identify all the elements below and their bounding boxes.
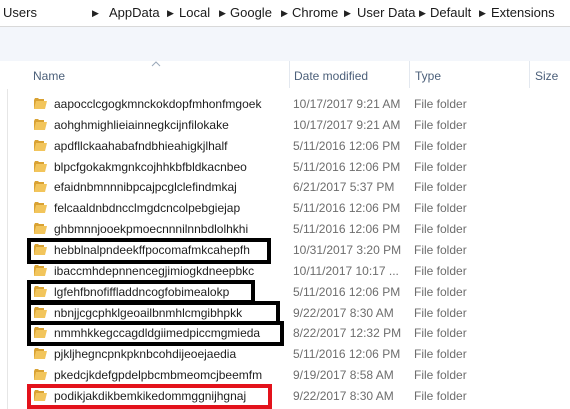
chevron-right-icon[interactable]: ▶ [92,0,99,26]
file-type: File folder [414,285,467,299]
file-type: File folder [414,368,467,382]
file-type: File folder [414,160,467,174]
folder-icon [34,140,47,151]
file-type: File folder [414,389,467,403]
folder-icon [34,161,47,172]
file-type: File folder [414,201,467,215]
list-item[interactable]: aapocclcgogkmnckokdopfmhonfmgoek 10/17/2… [28,94,570,115]
file-name: aapocclcgogkmnckokdopfmhonfmgoek [54,97,262,111]
file-type: File folder [414,243,467,257]
file-type: File folder [414,180,467,194]
breadcrumb-chrome[interactable]: Chrome [292,0,338,26]
date-modified: 10/17/2017 9:21 AM [293,97,401,111]
date-modified: 6/21/2017 5:37 PM [293,180,395,194]
date-modified: 10/11/2017 10:17 ... [293,264,399,278]
file-type: File folder [414,264,467,278]
folder-icon [34,223,47,234]
list-item[interactable]: efaidnbmnnnibpcajpcglclefindmkaj 6/21/20… [28,177,570,198]
highlight-box [27,321,284,346]
date-modified: 5/11/2016 12:06 PM [293,285,401,299]
file-name: ibaccmhdepnnencegjimiogkdneepbkc [54,264,255,278]
file-name: ghbmnnjooekpmoecnnnilnnbdlolhkhi [54,222,249,236]
highlight-box-red [27,384,272,409]
date-modified: 10/31/2017 3:20 PM [293,243,402,257]
column-header-name[interactable]: Name [33,69,65,83]
list-item[interactable]: ibaccmhdepnnencegjimiogkdneepbkc 10/11/2… [28,261,570,282]
file-name: pjkljhegncpnkpknbcohdijeoejaedia [54,347,237,361]
breadcrumb-users[interactable]: Users [3,0,37,26]
list-item[interactable]: apdfllckaahabafndbhieahigkjlhalf 5/11/20… [28,136,570,157]
list-item[interactable]: felcaaldnbdncclmgdcncolpebgiejap 5/11/20… [28,198,570,219]
folder-icon [34,119,47,130]
column-header-size[interactable]: Size [535,69,558,83]
column-divider[interactable] [289,61,290,88]
chevron-right-icon[interactable]: ▶ [281,0,288,26]
date-modified: 9/22/2017 8:30 AM [293,306,394,320]
column-divider[interactable] [529,61,530,88]
breadcrumb-google[interactable]: Google [230,0,272,26]
file-type: File folder [414,222,467,236]
file-type: File folder [414,306,467,320]
chevron-right-icon[interactable]: ▶ [219,0,226,26]
breadcrumb-appdata[interactable]: AppData [109,0,160,26]
date-modified: 9/22/2017 8:30 AM [293,389,394,403]
file-name: pkedcjkdefgpdelpbcmbmeomcjbeemfm [54,368,263,382]
folder-icon [34,369,47,380]
folder-icon [34,181,47,192]
file-type: File folder [414,97,467,111]
breadcrumb-user-data[interactable]: User Data [357,0,416,26]
list-item[interactable]: ghbmnnjooekpmoecnnnilnnbdlolhkhi 5/11/20… [28,219,570,240]
folder-icon [34,265,47,276]
breadcrumb-local[interactable]: Local [179,0,210,26]
file-name: efaidnbmnnnibpcajpcglclefindmkaj [54,180,237,194]
column-header-date-modified[interactable]: Date modified [294,69,368,83]
file-name: apdfllckaahabafndbhieahigkjlhalf [54,139,228,153]
file-name: blpcfgokakmgnkcojhhkbfbldkacnbeo [54,160,247,174]
column-header-row: Name Date modified Type Size [0,61,570,89]
date-modified: 5/11/2016 12:06 PM [293,347,401,361]
chevron-right-icon[interactable]: ▶ [344,0,351,26]
chevron-right-icon[interactable]: ▶ [419,0,426,26]
breadcrumb-default[interactable]: Default [430,0,471,26]
date-modified: 10/17/2017 9:21 AM [293,118,401,132]
breadcrumb-extensions[interactable]: Extensions [491,0,555,26]
file-name: aohghmighlieiainnegkcijnfilokake [54,118,229,132]
highlight-box [27,238,271,264]
date-modified: 8/22/2017 12:32 PM [293,326,402,340]
column-divider[interactable] [409,61,410,88]
file-type: File folder [414,139,467,153]
list-item[interactable]: blpcfgokakmgnkcojhhkbfbldkacnbeo 5/11/20… [28,157,570,178]
column-header-type[interactable]: Type [415,69,441,83]
sort-ascending-icon [151,61,161,67]
file-type: File folder [414,118,467,132]
date-modified: 5/11/2016 12:06 PM [293,222,401,236]
list-item[interactable]: pjkljhegncpnkpknbcohdijeoejaedia 5/11/20… [28,344,570,365]
navigation-pane-edge [0,61,8,409]
file-type: File folder [414,347,467,361]
list-item[interactable]: aohghmighlieiainnegkcijnfilokake 10/17/2… [28,115,570,136]
file-type: File folder [414,326,467,340]
list-item[interactable]: pkedcjkdefgpdelpbcmbmeomcjbeemfm 9/19/20… [28,365,570,386]
folder-icon [34,98,47,109]
toolbar-area [0,27,570,61]
folder-icon [34,202,47,213]
address-bar[interactable]: Users ▶ AppData ▶ Local ▶ Google ▶ Chrom… [0,0,570,27]
date-modified: 9/19/2017 8:58 AM [293,368,394,382]
chevron-right-icon[interactable]: ▶ [479,0,486,26]
folder-icon [34,348,47,359]
date-modified: 5/11/2016 12:06 PM [293,201,401,215]
chevron-right-icon[interactable]: ▶ [167,0,174,26]
date-modified: 5/11/2016 12:06 PM [293,160,401,174]
date-modified: 5/11/2016 12:06 PM [293,139,401,153]
file-name: felcaaldnbdncclmgdcncolpebgiejap [54,201,241,215]
